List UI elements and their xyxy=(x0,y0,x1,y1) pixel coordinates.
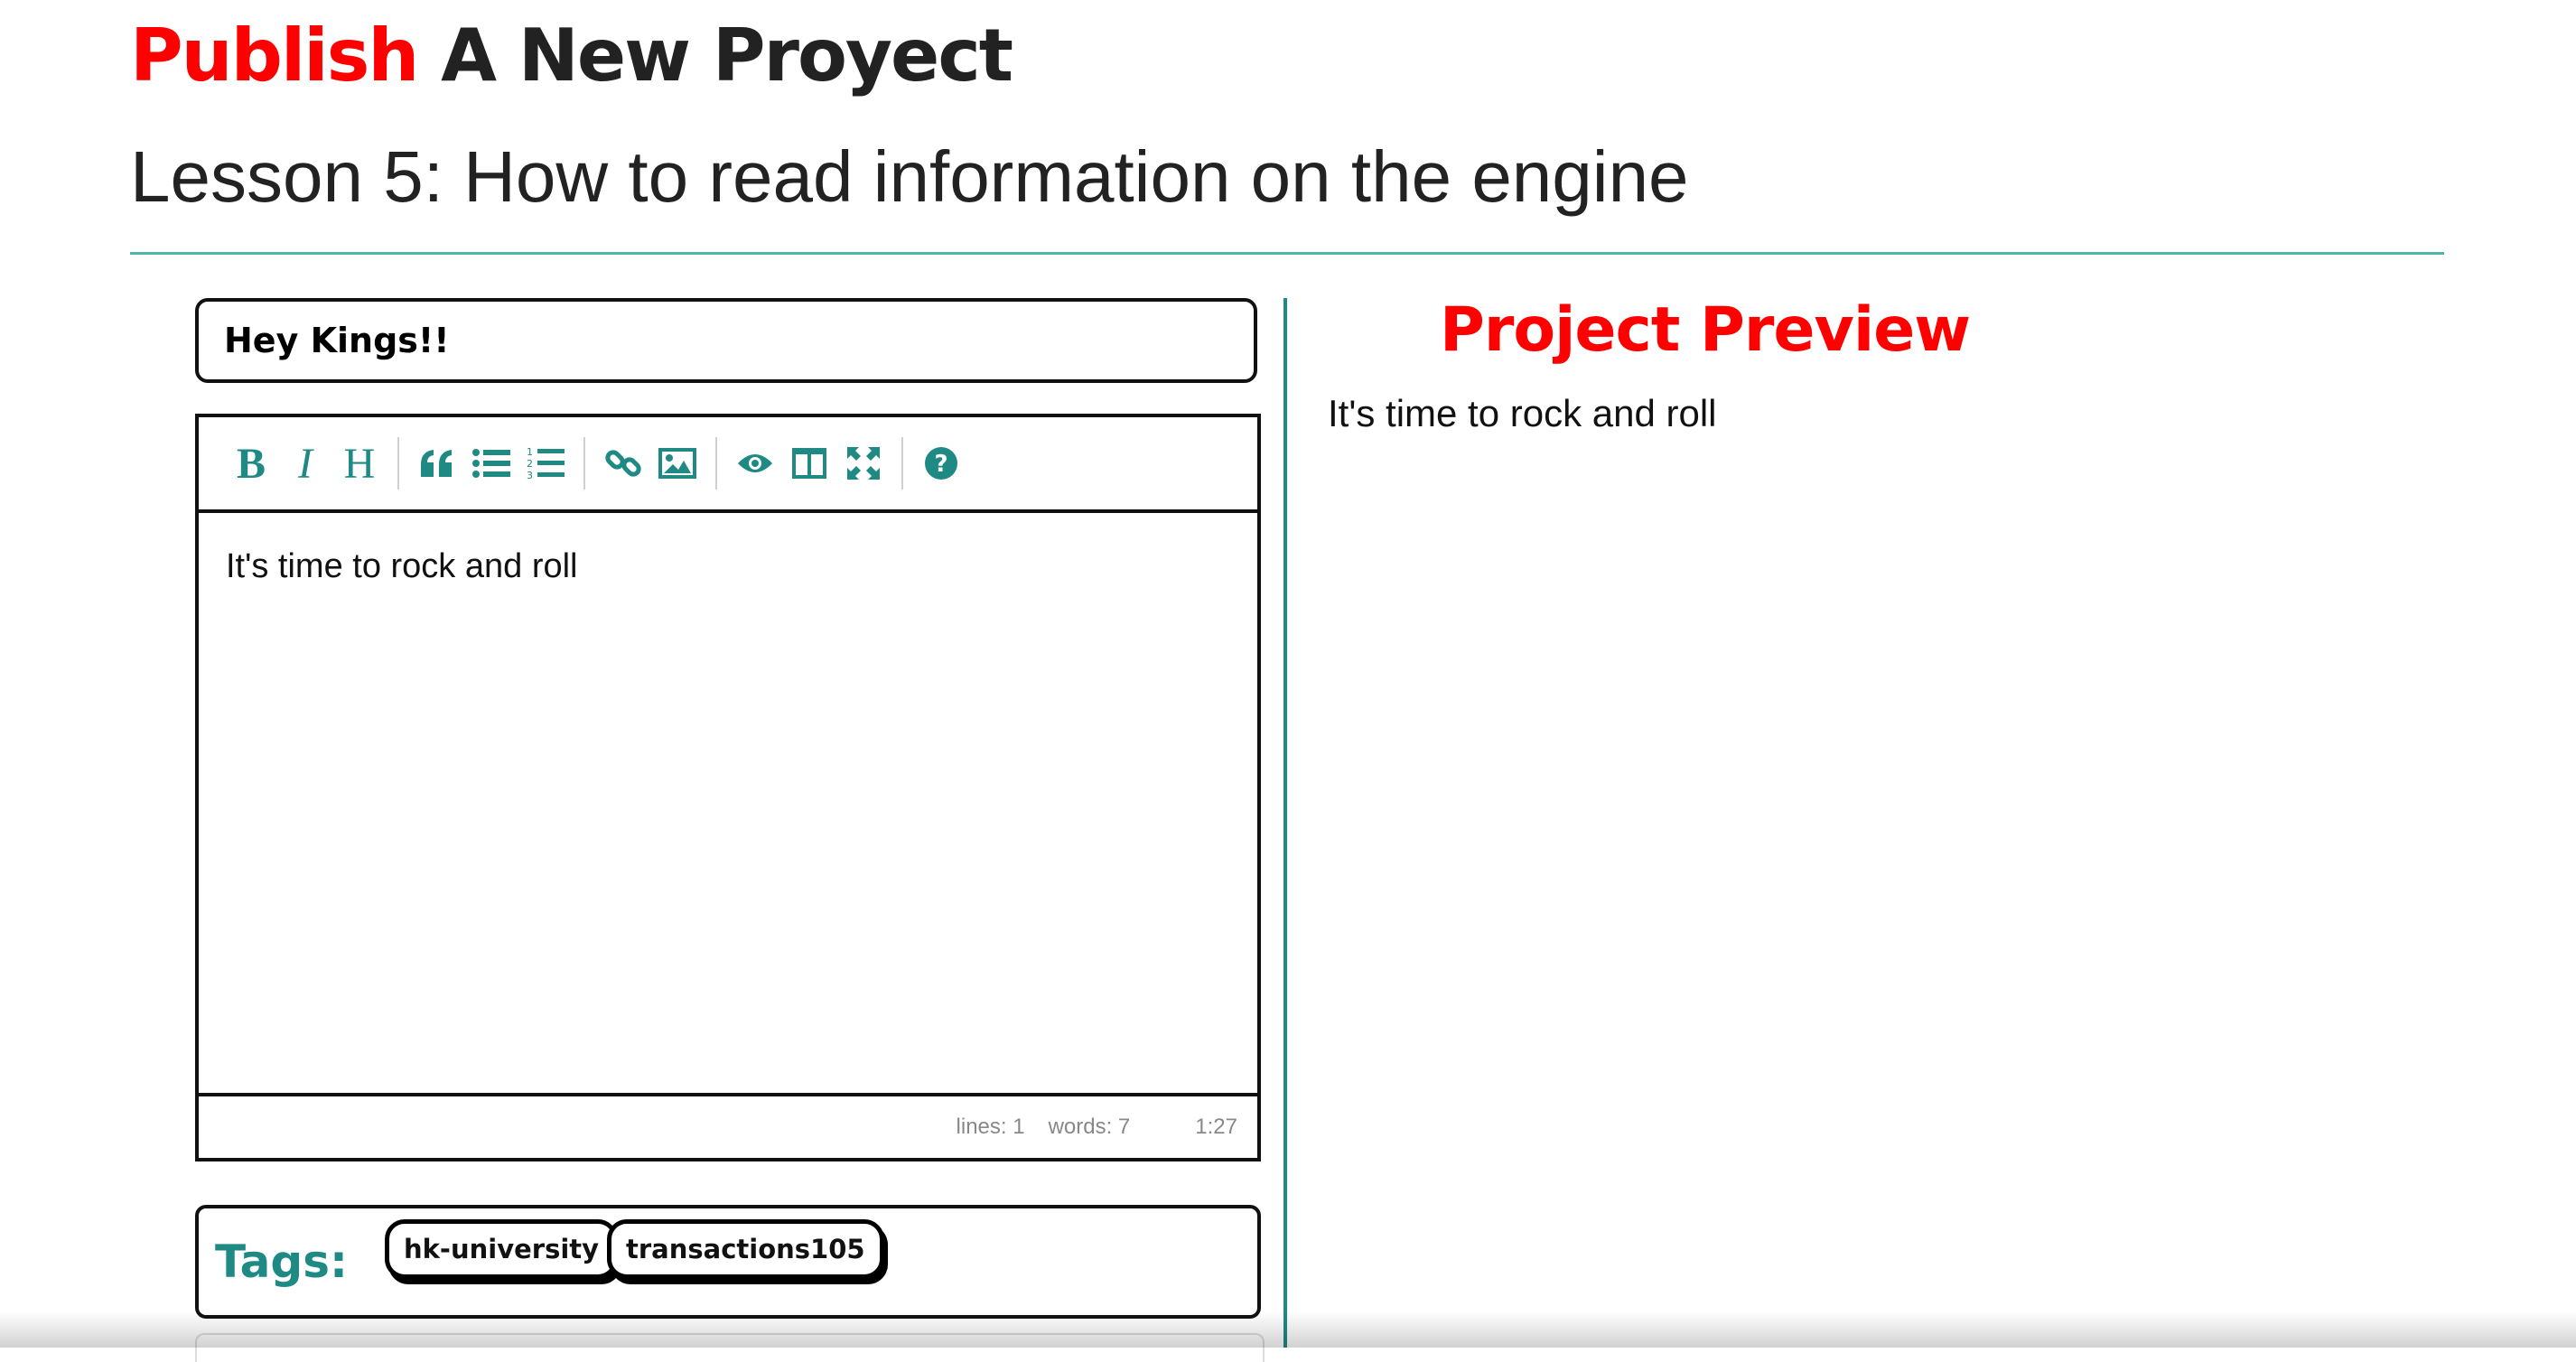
unordered-list-icon[interactable] xyxy=(464,436,518,490)
italic-icon[interactable]: I xyxy=(278,436,332,490)
status-lines: lines: 1 xyxy=(956,1115,1025,1139)
toolbar-separator xyxy=(583,437,585,490)
svg-text:3: 3 xyxy=(527,470,533,481)
toolbar-separator xyxy=(901,437,903,490)
preview-content: It's time to rock and roll xyxy=(1328,392,1717,434)
quote-icon[interactable] xyxy=(410,436,464,490)
status-cursor: 1:27 xyxy=(1195,1115,1237,1139)
preview-title: Project Preview xyxy=(1440,294,1971,366)
page-title-rest: A New Proyect xyxy=(441,14,1013,98)
page-title-accent: Publish xyxy=(130,14,419,98)
svg-text:1: 1 xyxy=(527,446,533,458)
tags-label: Tags: xyxy=(215,1236,348,1288)
tags-field[interactable]: Tags: hk-university transactions105 xyxy=(195,1205,1261,1319)
markdown-editor: B I H 123 ? It's time to rock and roll l… xyxy=(195,414,1261,1161)
side-by-side-icon[interactable] xyxy=(782,436,836,490)
window-bottom-shadow xyxy=(0,1311,2576,1348)
toolbar-separator xyxy=(397,437,399,490)
image-icon[interactable] xyxy=(650,436,705,490)
toolbar-separator xyxy=(715,437,717,490)
column-divider xyxy=(1283,298,1287,1348)
ordered-list-icon[interactable]: 123 xyxy=(518,436,573,490)
heading-icon[interactable]: H xyxy=(332,436,387,490)
status-words: words: 7 xyxy=(1048,1115,1131,1139)
project-title-input[interactable]: Hey Kings!! xyxy=(195,298,1257,383)
header-divider xyxy=(130,252,2444,255)
lesson-title: Lesson 5: How to read information on the… xyxy=(130,136,1689,217)
bold-icon[interactable]: B xyxy=(224,436,278,490)
link-icon[interactable] xyxy=(596,436,650,490)
fullscreen-icon[interactable] xyxy=(836,436,891,490)
editor-textarea[interactable]: It's time to rock and roll xyxy=(199,513,1257,1093)
tag-chip[interactable]: transactions105 xyxy=(607,1219,884,1279)
page-title: Publish A New Proyect xyxy=(130,13,1013,99)
svg-text:?: ? xyxy=(934,451,947,478)
help-icon[interactable]: ? xyxy=(914,436,968,490)
tag-chip[interactable]: hk-university xyxy=(385,1219,619,1279)
editor-toolbar: B I H 123 ? xyxy=(199,417,1257,513)
svg-text:2: 2 xyxy=(527,458,533,470)
editor-status-bar: lines: 1 words: 7 1:27 xyxy=(199,1093,1257,1158)
preview-icon[interactable] xyxy=(728,436,782,490)
